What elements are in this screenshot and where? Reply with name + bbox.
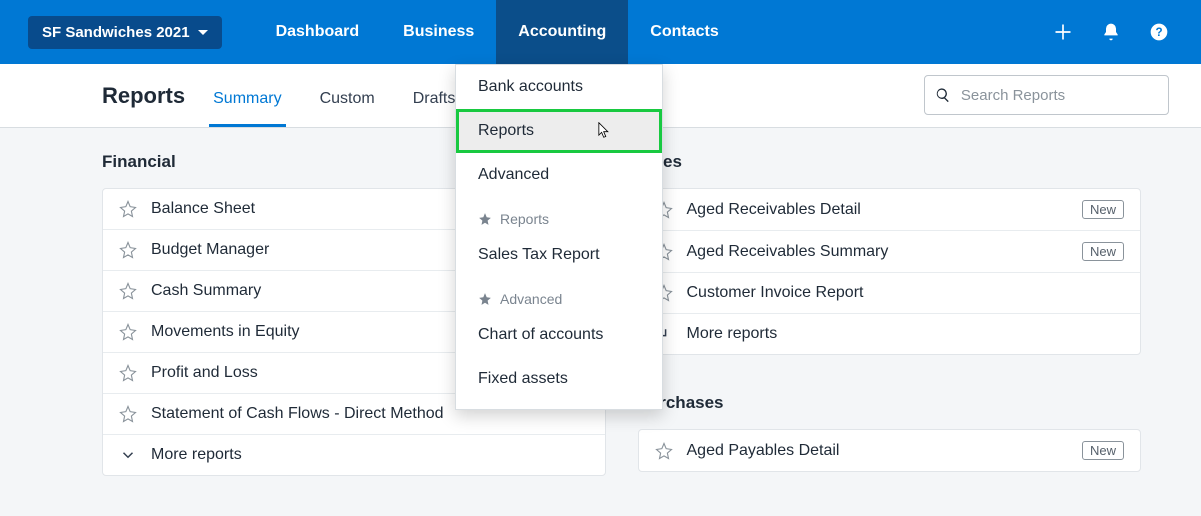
star-icon — [119, 282, 137, 300]
dd-bank-accounts[interactable]: Bank accounts — [456, 65, 662, 109]
page-title: Reports — [102, 83, 185, 127]
top-nav: SF Sandwiches 2021 Dashboard Business Ac… — [0, 0, 1201, 64]
subheader-left: Reports Summary Custom Drafts — [102, 83, 459, 127]
report-label: Cash Summary — [151, 282, 261, 300]
nav-contacts[interactable]: Contacts — [628, 0, 740, 64]
section-title-sales: Sales — [638, 152, 1142, 172]
report-item[interactable]: Customer Invoice Report — [639, 273, 1141, 314]
dd-section-advanced: Advanced — [456, 277, 662, 313]
report-label: Aged Receivables Detail — [687, 201, 861, 219]
svg-text:?: ? — [1155, 26, 1162, 39]
dd-chart-of-accounts[interactable]: Chart of accounts — [456, 313, 662, 357]
dd-sales-tax[interactable]: Sales Tax Report — [456, 233, 662, 277]
dd-section-label: Reports — [500, 211, 549, 227]
purchases-group: Aged Payables Detail New — [638, 429, 1142, 472]
report-label: Aged Receivables Summary — [687, 243, 889, 261]
report-label: Aged Payables Detail — [687, 442, 840, 460]
caret-down-icon — [198, 30, 208, 35]
report-label: Statement of Cash Flows - Direct Method — [151, 405, 444, 423]
help-icon[interactable]: ? — [1149, 22, 1169, 42]
new-badge: New — [1082, 200, 1124, 219]
dd-section-reports: Reports — [456, 197, 662, 233]
report-label: Profit and Loss — [151, 364, 258, 382]
search-input[interactable] — [961, 87, 1158, 104]
report-label: Movements in Equity — [151, 323, 300, 341]
star-icon — [119, 364, 137, 382]
nav-business[interactable]: Business — [381, 0, 496, 64]
nav-accounting[interactable]: Accounting — [496, 0, 628, 64]
plus-icon[interactable] — [1053, 22, 1073, 42]
star-icon — [478, 212, 492, 226]
chevron-down-icon — [119, 446, 137, 464]
bell-icon[interactable] — [1101, 22, 1121, 42]
report-item[interactable]: Aged Payables Detail New — [639, 430, 1141, 471]
nav-right: ? — [1053, 22, 1177, 42]
nav-dashboard[interactable]: Dashboard — [254, 0, 382, 64]
star-icon — [478, 292, 492, 306]
tabs: Summary Custom Drafts — [209, 90, 459, 127]
report-item[interactable]: Aged Receivables Summary New — [639, 231, 1141, 273]
report-item[interactable]: Aged Receivables Detail New — [639, 189, 1141, 231]
dd-section-label: Advanced — [500, 291, 562, 307]
star-icon — [119, 241, 137, 259]
report-label: Balance Sheet — [151, 200, 255, 218]
accounting-dropdown: Bank accounts Reports Advanced Reports S… — [455, 64, 663, 410]
dd-fixed-assets[interactable]: Fixed assets — [456, 357, 662, 401]
search-icon — [935, 86, 951, 104]
star-icon — [119, 323, 137, 341]
tab-summary[interactable]: Summary — [209, 90, 285, 127]
tab-drafts[interactable]: Drafts — [409, 90, 460, 127]
more-label: More reports — [151, 446, 242, 464]
nav-items: Dashboard Business Accounting Contacts — [254, 0, 741, 64]
new-badge: New — [1082, 242, 1124, 261]
org-name: SF Sandwiches 2021 — [42, 24, 190, 41]
dd-reports-label: Reports — [478, 122, 534, 139]
star-icon — [119, 200, 137, 218]
star-icon — [655, 442, 673, 460]
dd-reports[interactable]: Reports — [456, 109, 662, 153]
more-reports[interactable]: More reports — [103, 435, 605, 475]
more-label: More reports — [687, 325, 778, 343]
new-badge: New — [1082, 441, 1124, 460]
star-icon — [119, 405, 137, 423]
org-selector[interactable]: SF Sandwiches 2021 — [28, 16, 222, 49]
col-right: Sales Aged Receivables Detail New Aged R… — [638, 152, 1142, 476]
report-label: Customer Invoice Report — [687, 284, 864, 302]
more-reports[interactable]: More reports — [639, 314, 1141, 354]
dd-advanced[interactable]: Advanced — [456, 153, 662, 197]
sales-group: Aged Receivables Detail New Aged Receiva… — [638, 188, 1142, 355]
tab-custom[interactable]: Custom — [316, 90, 379, 127]
report-label: Budget Manager — [151, 241, 269, 259]
section-title-purchases: Purchases — [638, 393, 1142, 413]
search-wrap[interactable] — [924, 75, 1169, 115]
pointer-cursor-icon — [596, 122, 610, 140]
